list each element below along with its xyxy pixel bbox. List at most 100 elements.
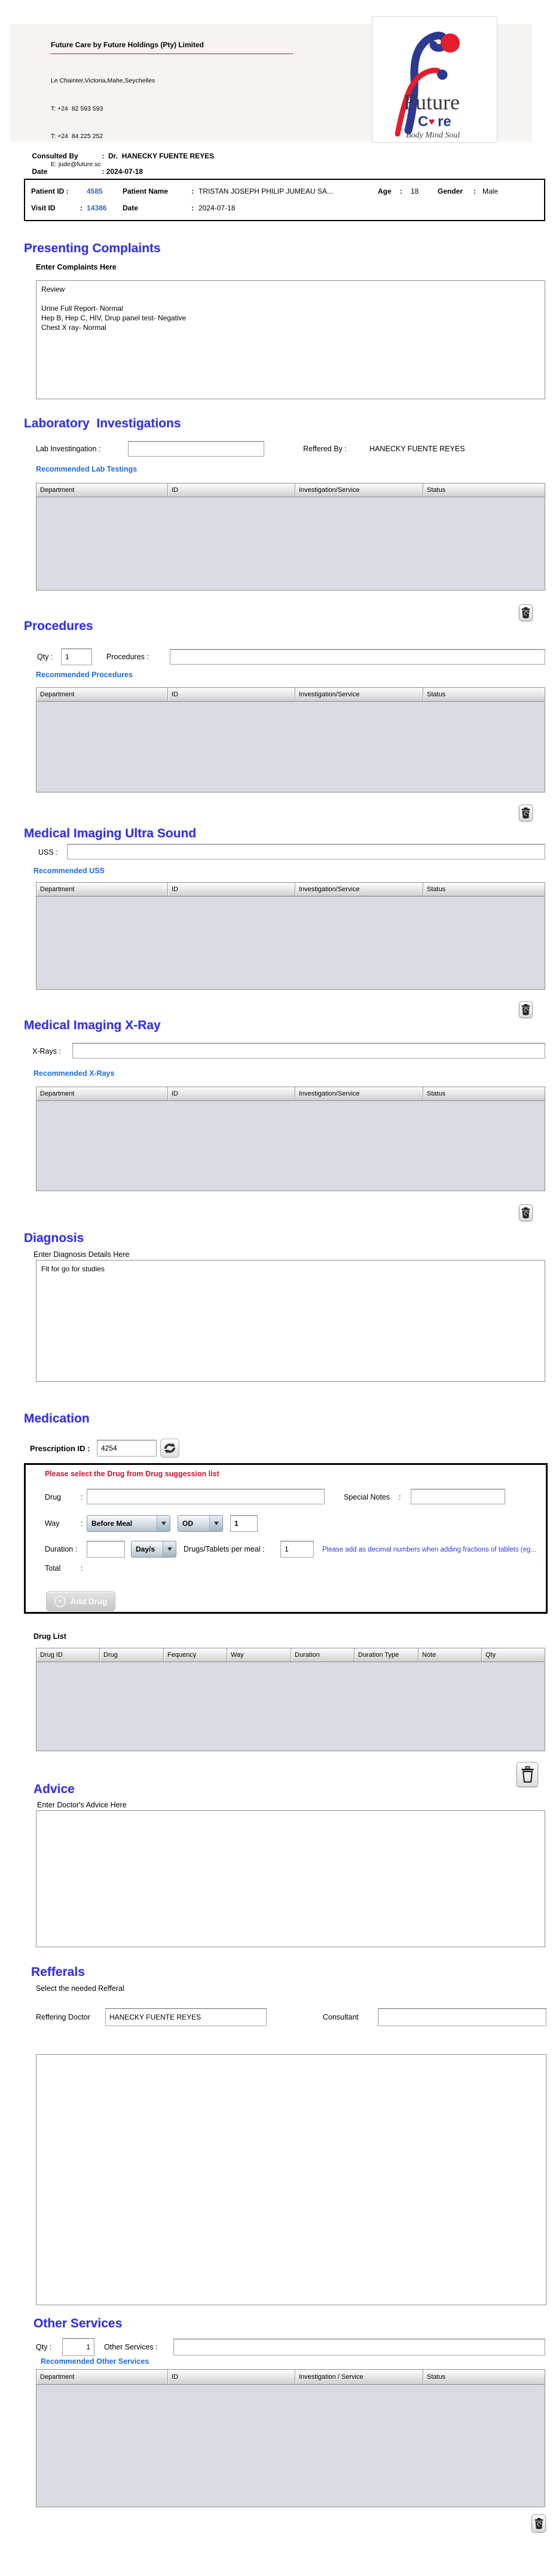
procedures-input[interactable] bbox=[170, 649, 545, 665]
column-header-id[interactable]: ID bbox=[168, 484, 295, 497]
address-line: T: +24 82 593 593 bbox=[51, 105, 103, 112]
uss-input[interactable] bbox=[67, 844, 545, 859]
column-header-investigation-service[interactable]: Investigation/Service bbox=[295, 883, 423, 896]
delete-uss-button[interactable] bbox=[519, 1001, 533, 1018]
delete-other-service-button[interactable] bbox=[531, 2514, 546, 2532]
complaints-sublabel: Enter Complaints Here bbox=[36, 263, 117, 271]
drug-list-table: Drug ID Drug Fequency Way Duration Durat… bbox=[36, 1648, 545, 1751]
column-header-way[interactable]: Way bbox=[227, 1648, 291, 1662]
refferal-list-box[interactable] bbox=[36, 2054, 546, 2305]
prescription-id-label: Prescription ID : bbox=[30, 1444, 90, 1453]
delete-lab-testing-button[interactable] bbox=[519, 604, 533, 621]
column-header-department[interactable]: Department bbox=[36, 2370, 168, 2384]
column-header-department[interactable]: Department bbox=[36, 484, 168, 497]
column-header-department[interactable]: Department bbox=[36, 883, 168, 896]
column-header-drug[interactable]: Drug bbox=[100, 1648, 164, 1662]
column-header-note[interactable]: Note bbox=[418, 1648, 482, 1662]
column-header-department[interactable]: Department bbox=[36, 688, 168, 701]
colon: : bbox=[473, 187, 476, 195]
recommended-other-services-label: Recommended Other Services bbox=[41, 2357, 149, 2366]
column-header-investigation-service[interactable]: Investigation/Service bbox=[295, 1087, 423, 1100]
column-header-qty[interactable]: Qty bbox=[482, 1648, 545, 1662]
column-header-investigation-service[interactable]: Investigation/Service bbox=[295, 688, 423, 701]
drug-input[interactable] bbox=[87, 1489, 325, 1504]
column-header-status[interactable]: Status bbox=[423, 484, 545, 497]
section-title-refferals: Refferals bbox=[31, 1965, 85, 1979]
column-header-id[interactable]: ID bbox=[168, 688, 295, 701]
column-header-department[interactable]: Department bbox=[36, 1087, 168, 1100]
column-header-drug-id[interactable]: Drug ID bbox=[36, 1648, 100, 1662]
recommended-uss-label: Recommended USS bbox=[33, 867, 105, 875]
procedures-qty-input[interactable] bbox=[61, 648, 92, 665]
reffered-by-value: HANECKY FUENTE REYES bbox=[369, 445, 465, 453]
table-header-row: Department ID Investigation/Service Stat… bbox=[36, 688, 545, 702]
section-title-laboratory-investigations: Laboratory Investigations bbox=[24, 417, 181, 430]
patient-name-label: Patient Name bbox=[123, 187, 169, 195]
delete-procedure-button[interactable] bbox=[519, 804, 533, 821]
visit-date-label: Date bbox=[123, 204, 139, 212]
xray-table: Department ID Investigation/Service Stat… bbox=[36, 1087, 545, 1191]
duration-input[interactable] bbox=[87, 1541, 125, 1558]
recommended-procedures-label: Recommended Procedures bbox=[36, 671, 133, 679]
frequency-selected-value: OD bbox=[182, 1519, 193, 1528]
meal-timing-selected-value: Before Meal bbox=[91, 1519, 133, 1528]
colon: : bbox=[80, 204, 83, 212]
colon: : bbox=[81, 1564, 83, 1572]
column-header-status[interactable]: Status bbox=[423, 1087, 545, 1100]
patient-info-bar: Patient ID : 4585 Patient Name : TRISTAN… bbox=[24, 179, 545, 221]
column-header-status[interactable]: Status bbox=[423, 688, 545, 701]
way-count-input[interactable] bbox=[230, 1515, 258, 1532]
trash-outline-icon bbox=[521, 1766, 533, 1783]
per-meal-input[interactable] bbox=[280, 1541, 314, 1558]
column-header-status[interactable]: Status bbox=[423, 883, 545, 896]
other-qty-input[interactable] bbox=[62, 2338, 94, 2356]
lab-investigation-input[interactable] bbox=[128, 441, 264, 457]
column-header-duration[interactable]: Duration bbox=[291, 1648, 355, 1662]
advice-textarea[interactable] bbox=[36, 1810, 545, 1947]
drug-label: Drug bbox=[45, 1493, 62, 1501]
delete-xray-button[interactable] bbox=[519, 1204, 533, 1221]
column-header-id[interactable]: ID bbox=[168, 2370, 295, 2384]
section-title-ultrasound: Medical Imaging Ultra Sound bbox=[24, 827, 197, 840]
add-drug-button[interactable]: + Add Drug bbox=[46, 1591, 115, 1611]
recommended-lab-testings-label: Recommended Lab Testings bbox=[36, 465, 138, 473]
logo-heart-icon: ♥ bbox=[429, 116, 435, 127]
colon: : bbox=[81, 1493, 83, 1501]
prescription-id-input[interactable] bbox=[97, 1440, 157, 1457]
column-header-id[interactable]: ID bbox=[168, 1087, 295, 1100]
refresh-prescription-button[interactable] bbox=[160, 1439, 179, 1458]
reffered-by-label: Reffered By : bbox=[303, 445, 347, 453]
logo-word-care-re: re bbox=[438, 114, 451, 130]
table-header-row: Department ID Investigation/Service Stat… bbox=[36, 484, 545, 497]
complaints-textarea[interactable]: Review Urine Full Report- Normal Hep B, … bbox=[36, 280, 545, 399]
add-drug-label: Add Drug bbox=[70, 1596, 108, 1606]
refresh-icon bbox=[164, 1443, 176, 1454]
column-header-id[interactable]: ID bbox=[168, 883, 295, 896]
duration-unit-select[interactable]: Day/s bbox=[131, 1541, 176, 1558]
other-qty-label: Qty : bbox=[36, 2343, 52, 2351]
column-header-investigation-service[interactable]: Investigation / Service bbox=[295, 2370, 423, 2384]
patient-name-value: TRISTAN JOSEPH PHILIP JUMEAU SA... bbox=[198, 187, 333, 195]
date-label: Date bbox=[32, 167, 48, 176]
column-header-duration-type[interactable]: Duration Type bbox=[355, 1648, 418, 1662]
column-header-status[interactable]: Status bbox=[423, 2370, 545, 2384]
other-services-input[interactable] bbox=[173, 2339, 545, 2355]
column-header-frequency[interactable]: Fequency bbox=[164, 1648, 227, 1662]
consultant-input[interactable] bbox=[378, 2008, 546, 2026]
company-logo: Future C ♥ re Body Mind Soul bbox=[372, 16, 497, 143]
reffering-doctor-input[interactable] bbox=[105, 2008, 267, 2026]
frequency-select[interactable]: OD bbox=[178, 1515, 223, 1532]
section-title-presenting-complaints: Presenting Complaints bbox=[24, 241, 161, 255]
special-notes-input[interactable] bbox=[411, 1489, 505, 1504]
delete-advice-button[interactable] bbox=[517, 1762, 538, 1787]
meal-timing-select[interactable]: Before Meal bbox=[87, 1515, 170, 1532]
gender-label: Gender bbox=[438, 187, 463, 195]
diagnosis-textarea[interactable]: Fit for go for studies bbox=[36, 1260, 545, 1382]
xrays-input[interactable] bbox=[72, 1043, 545, 1058]
column-header-investigation-service[interactable]: Investigation/Service bbox=[295, 484, 423, 497]
address-line: T: +24 84 225 252 bbox=[51, 133, 103, 140]
date-value: 2024-07-18 bbox=[106, 167, 143, 176]
lab-testings-table: Department ID Investigation/Service Stat… bbox=[36, 483, 545, 591]
reffering-doctor-label: Reffering Doctor bbox=[36, 2013, 90, 2021]
logo-tagline: Body Mind Soul bbox=[406, 131, 460, 140]
